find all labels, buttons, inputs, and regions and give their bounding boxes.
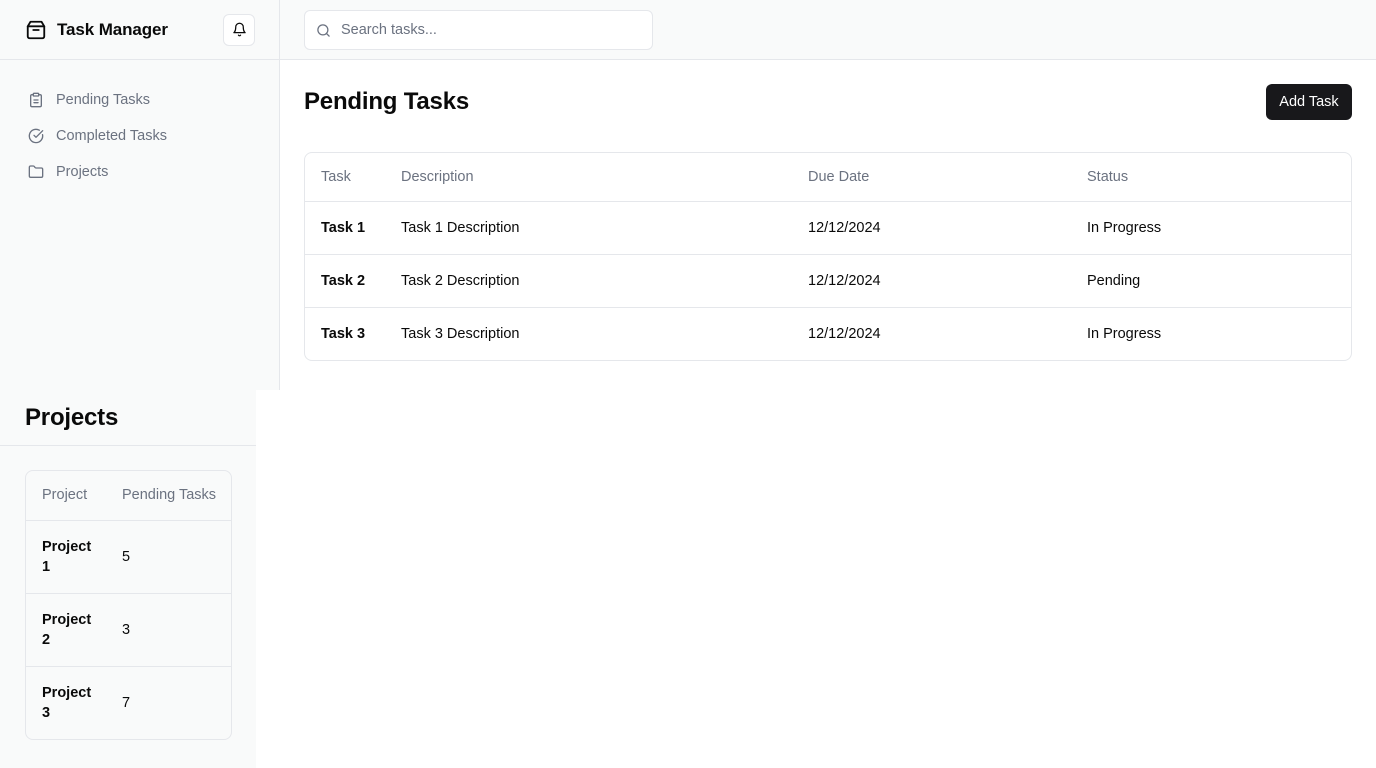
table-row[interactable]: Task 1 Task 1 Description 12/12/2024 In … (305, 201, 1351, 255)
column-header-task[interactable]: Task (305, 153, 385, 202)
top-bar (280, 0, 1376, 60)
bell-icon (232, 22, 247, 37)
notifications-button[interactable] (223, 13, 255, 46)
table-row[interactable]: Task 3 Task 3 Description 12/12/2024 In … (305, 307, 1351, 360)
column-header-due-date[interactable]: Due Date (792, 153, 1071, 202)
task-due-date-cell: 12/12/2024 (792, 201, 1071, 255)
clipboard-icon (28, 92, 44, 108)
sidebar-item-label: Projects (56, 164, 109, 180)
column-header-project[interactable]: Project (26, 471, 106, 521)
project-pending-cell: 7 (122, 694, 131, 711)
task-description-cell: Task 1 Description (385, 201, 792, 255)
task-name-cell: Task 3 (321, 325, 366, 342)
app-title: Task Manager (57, 19, 168, 39)
sidebar-item-pending-tasks[interactable]: Pending Tasks (16, 82, 263, 118)
projects-header: Projects (0, 390, 256, 446)
sidebar: Task Manager Pending Tasks Completed Tas… (0, 0, 280, 390)
package-icon (25, 19, 47, 41)
project-name-cell: Project 1 (26, 520, 106, 594)
folder-icon (28, 164, 44, 180)
project-name-cell: Project 3 (42, 684, 92, 721)
search-box[interactable] (304, 10, 653, 50)
task-status-cell: In Progress (1087, 325, 1162, 342)
project-name-cell: Project 2 (26, 593, 106, 667)
column-header-description[interactable]: Description (385, 153, 792, 202)
project-pending-cell: 3 (106, 593, 231, 667)
page-title: Pending Tasks (304, 88, 470, 115)
project-pending-cell: 5 (106, 520, 231, 594)
task-status-cell: In Progress (1071, 201, 1351, 255)
table-row[interactable]: Project 1 5 (26, 520, 231, 594)
search-input[interactable] (339, 21, 629, 39)
search-icon (316, 23, 331, 38)
check-circle-icon (28, 128, 44, 144)
table-row[interactable]: Project 2 3 (26, 593, 231, 667)
sidebar-nav: Pending Tasks Completed Tasks Projects (0, 60, 279, 190)
sidebar-item-label: Completed Tasks (56, 128, 167, 144)
task-status-cell: Pending (1071, 254, 1351, 308)
table-row[interactable]: Task 2 Task 2 Description 12/12/2024 Pen… (305, 254, 1351, 308)
projects-title: Projects (25, 403, 119, 431)
task-due-date-cell: 12/12/2024 (808, 325, 881, 342)
sidebar-item-label: Pending Tasks (56, 92, 151, 108)
table-header-row: Task Description Due Date Status (305, 153, 1351, 202)
tasks-table-card: Task Description Due Date Status Task 1 … (304, 152, 1352, 361)
task-due-date-cell: 12/12/2024 (792, 254, 1071, 308)
projects-panel: Projects Project Pending Tasks Project 1… (0, 390, 256, 768)
column-header-status[interactable]: Status (1071, 153, 1351, 202)
table-row[interactable]: Project 3 7 (26, 666, 231, 739)
projects-table: Project Pending Tasks Project 1 5 Projec… (26, 471, 231, 739)
sidebar-item-completed-tasks[interactable]: Completed Tasks (16, 118, 263, 154)
task-description-cell: Task 2 Description (385, 254, 792, 308)
task-name-cell: Task 1 (305, 201, 385, 255)
sidebar-item-projects[interactable]: Projects (16, 154, 263, 190)
task-name-cell: Task 2 (305, 254, 385, 308)
sidebar-header: Task Manager (0, 0, 279, 60)
add-task-button[interactable]: Add Task (1266, 84, 1352, 120)
tasks-table: Task Description Due Date Status Task 1 … (305, 153, 1351, 360)
projects-table-card: Project Pending Tasks Project 1 5 Projec… (25, 470, 232, 740)
task-description-cell: Task 3 Description (401, 325, 520, 342)
table-header-row: Project Pending Tasks (26, 471, 231, 521)
column-header-pending-tasks[interactable]: Pending Tasks (106, 471, 231, 521)
